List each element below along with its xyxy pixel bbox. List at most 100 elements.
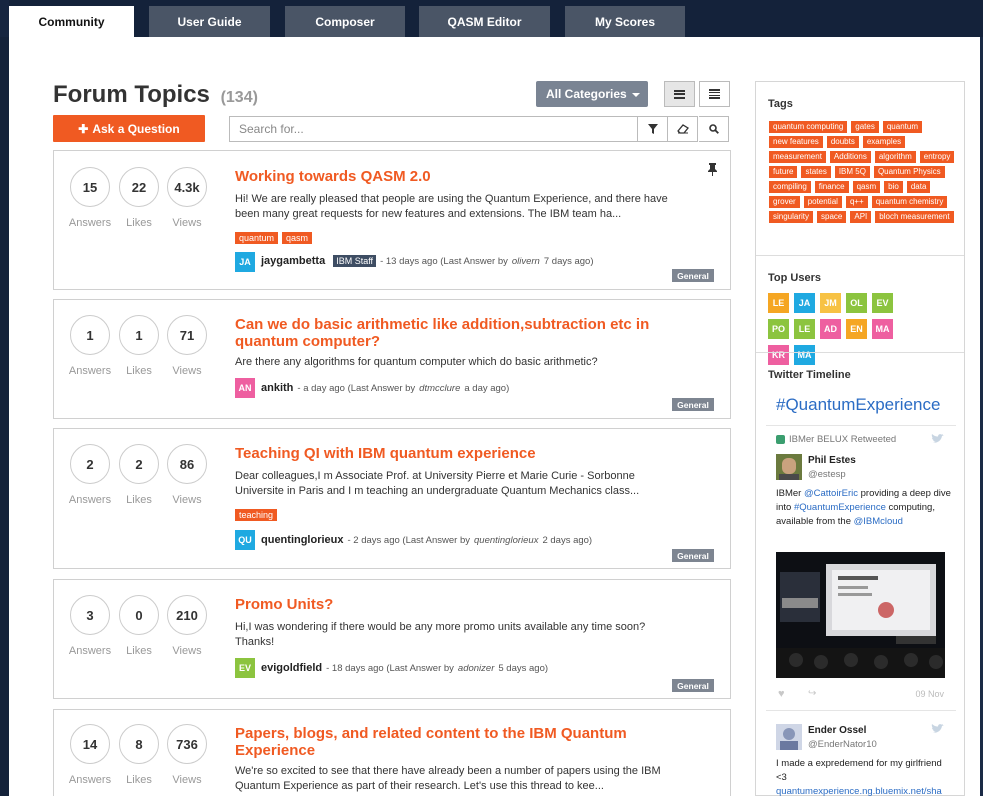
topic-meta: ankith - a day ago (Last Answer by dtmcc… xyxy=(261,382,509,394)
tweet-author-name[interactable]: Ender Ossel xyxy=(808,725,866,736)
avatar[interactable]: AN xyxy=(235,378,255,398)
category-badge[interactable]: General xyxy=(672,679,714,692)
tweet-author-handle[interactable]: @estesp xyxy=(808,469,846,480)
ask-question-button[interactable]: ✚ Ask a Question xyxy=(53,115,205,142)
sidebar-tag[interactable]: finance xyxy=(814,181,849,193)
sidebar-tag[interactable]: bloch measurement xyxy=(875,211,954,223)
likes-count: 8 xyxy=(119,724,159,764)
avatar[interactable]: KR xyxy=(768,345,789,365)
avatar[interactable]: MA xyxy=(794,345,815,365)
sidebar-tag[interactable]: new features xyxy=(769,136,823,148)
sidebar-tag[interactable]: IBM 5Q xyxy=(834,166,870,178)
author-link[interactable]: quentinglorieux xyxy=(261,534,344,546)
sidebar-tag[interactable]: future xyxy=(769,166,798,178)
tweet-author-handle[interactable]: @EnderNator10 xyxy=(808,739,877,750)
hashtag-link[interactable]: #QuantumExperience xyxy=(776,395,940,415)
tweet-date[interactable]: 09 Nov xyxy=(915,689,944,699)
avatar[interactable]: EV xyxy=(235,658,255,678)
tweet-hashtag-link[interactable]: #QuantumExperience xyxy=(794,502,886,513)
twitter-bird-icon[interactable] xyxy=(931,434,944,444)
tab-community[interactable]: Community xyxy=(9,6,134,37)
search-input[interactable]: Search for... xyxy=(229,116,638,142)
views-count: 736 xyxy=(167,724,207,764)
clear-button[interactable] xyxy=(668,116,698,142)
twitter-bird-icon[interactable] xyxy=(931,724,944,734)
sidebar-tag[interactable]: states xyxy=(801,166,831,178)
tab-composer[interactable]: Composer xyxy=(285,6,405,37)
category-badge[interactable]: General xyxy=(672,398,714,411)
answers-label: Answers xyxy=(68,645,112,657)
sidebar-tag[interactable]: quantum chemistry xyxy=(871,196,948,208)
sidebar-tag[interactable]: singularity xyxy=(769,211,814,223)
category-badge[interactable]: General xyxy=(672,269,714,282)
avatar[interactable]: JA xyxy=(235,252,255,272)
sidebar-tag[interactable]: grover xyxy=(769,196,800,208)
avatar[interactable]: QU xyxy=(235,530,255,550)
avatar[interactable]: MA xyxy=(872,319,893,339)
sidebar-tag[interactable]: algorithm xyxy=(874,151,916,163)
sidebar-tag[interactable]: doubts xyxy=(826,136,859,148)
sidebar-tag[interactable]: gates xyxy=(851,121,879,133)
sidebar-tag[interactable]: quantum xyxy=(882,121,922,133)
avatar[interactable]: EN xyxy=(846,319,867,339)
topic-tag[interactable]: qasm xyxy=(282,232,313,244)
avatar[interactable]: OL xyxy=(846,293,867,313)
topic-tag[interactable]: quantum xyxy=(235,232,279,244)
compact-view-button[interactable] xyxy=(699,81,730,107)
sidebar-tag[interactable]: quantum computing xyxy=(769,121,848,133)
sidebar-tag[interactable]: data xyxy=(906,181,931,193)
tweet-photo[interactable] xyxy=(776,552,945,678)
filter-button[interactable] xyxy=(638,116,668,142)
sidebar-tag[interactable]: bio xyxy=(884,181,903,193)
tweet-mention-link[interactable]: @CattoirEric xyxy=(804,488,858,499)
sidebar-tag[interactable]: Additions xyxy=(829,151,871,163)
avatar[interactable]: JM xyxy=(820,293,841,313)
avatar[interactable]: JA xyxy=(794,293,815,313)
sidebar-tag[interactable]: compiling xyxy=(769,181,811,193)
topic-title[interactable]: Promo Units? xyxy=(235,596,655,613)
category-filter-dropdown[interactable]: All Categories xyxy=(536,81,648,107)
avatar[interactable]: AD xyxy=(820,319,841,339)
tweet-author-name[interactable]: Phil Estes xyxy=(808,455,856,466)
topic-title[interactable]: Papers, blogs, and related content to th… xyxy=(235,725,655,759)
tab-qasm-editor[interactable]: QASM Editor xyxy=(419,6,550,37)
tweet-link[interactable]: quantumexperience.ng.bluemix.net/sha xyxy=(776,785,964,796)
sidebar-tag[interactable]: API xyxy=(850,211,872,223)
avatar[interactable]: LE xyxy=(768,293,789,313)
search-button[interactable] xyxy=(699,116,729,142)
avatar[interactable]: PO xyxy=(768,319,789,339)
sidebar-tag[interactable]: q++ xyxy=(845,196,868,208)
topic-title[interactable]: Can we do basic arithmetic like addition… xyxy=(235,316,655,350)
tweet-mention-link[interactable]: @IBMcloud xyxy=(854,516,903,527)
last-answer-time: 2 days ago) xyxy=(542,534,593,546)
last-answer-user[interactable]: dtmcclure xyxy=(419,383,460,394)
last-answer-user[interactable]: adonizer xyxy=(458,663,494,674)
topic-title[interactable]: Working towards QASM 2.0 xyxy=(235,168,655,185)
last-answer-user[interactable]: olivern xyxy=(512,256,540,267)
sidebar-tag[interactable]: entropy xyxy=(919,151,955,163)
views-count: 86 xyxy=(167,444,207,484)
author-link[interactable]: jaygambetta xyxy=(261,255,325,267)
sidebar-tag[interactable]: examples xyxy=(862,136,906,148)
avatar[interactable]: LE xyxy=(794,319,815,339)
tab-user-guide[interactable]: User Guide xyxy=(149,6,270,37)
tweet-author-avatar[interactable] xyxy=(776,724,802,750)
last-answer-user[interactable]: quentinglorieux xyxy=(474,535,538,546)
author-link[interactable]: ankith xyxy=(261,382,293,394)
topic-title[interactable]: Teaching QI with IBM quantum experience xyxy=(235,445,655,462)
topic-tag[interactable]: teaching xyxy=(235,509,278,521)
author-link[interactable]: evigoldfield xyxy=(261,662,322,674)
list-view-button[interactable] xyxy=(664,81,695,107)
sidebar-tag[interactable]: Quantum Physics xyxy=(873,166,945,178)
sidebar-tag[interactable]: space xyxy=(817,211,847,223)
share-icon[interactable]: ↪ xyxy=(808,688,816,699)
tab-my-scores[interactable]: My Scores xyxy=(565,6,685,37)
sidebar-tag[interactable]: potential xyxy=(803,196,842,208)
sidebar-tag[interactable]: measurement xyxy=(769,151,826,163)
tweet-author-avatar[interactable] xyxy=(776,454,802,480)
heart-icon[interactable]: ♥ xyxy=(778,688,785,700)
avatar[interactable]: EV xyxy=(872,293,893,313)
category-badge[interactable]: General xyxy=(672,549,714,562)
tweet-url-link[interactable]: quantumexperience.ng.bluemix.net/sha xyxy=(776,786,942,796)
sidebar-tag[interactable]: qasm xyxy=(852,181,881,193)
